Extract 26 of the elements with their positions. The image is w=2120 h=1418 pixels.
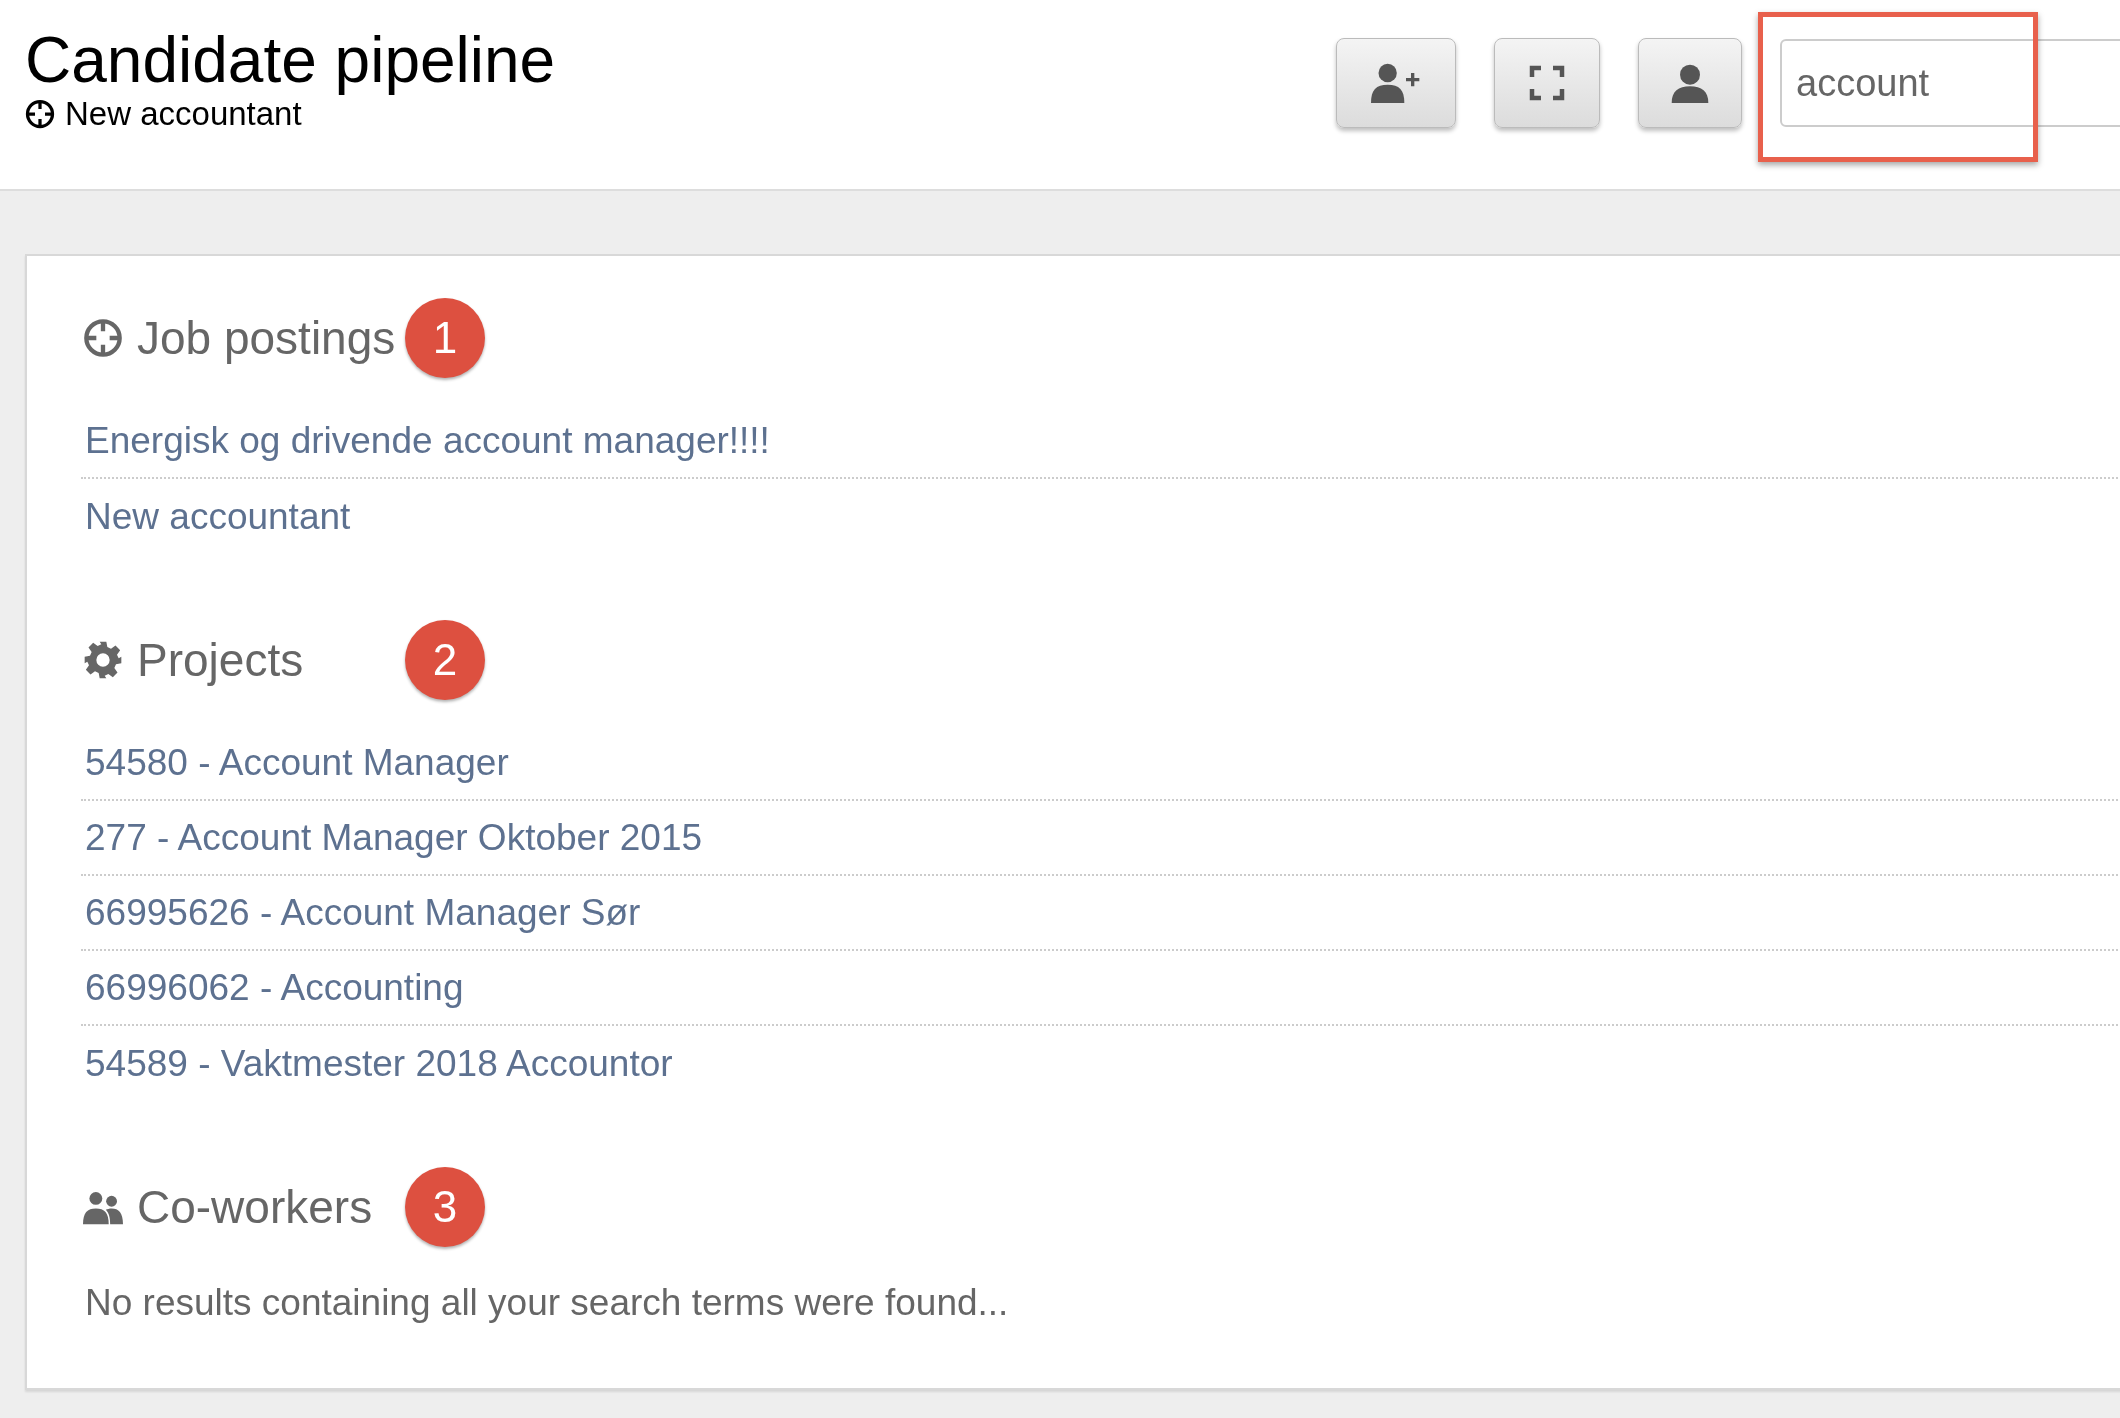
result-link[interactable]: 54589 - Vaktmester 2018 Accountor <box>85 1035 673 1092</box>
add-user-button[interactable] <box>1336 38 1456 128</box>
number-badge: 2 <box>405 620 485 700</box>
gear-icon <box>83 640 123 680</box>
fullscreen-button[interactable] <box>1494 38 1600 128</box>
result-link[interactable]: 66996062 - Accounting <box>85 959 464 1016</box>
section-heading: Projects <box>137 633 304 688</box>
result-link[interactable]: 277 - Account Manager Oktober 2015 <box>85 809 703 866</box>
fullscreen-icon <box>1529 65 1565 101</box>
section-heading: Co-workers <box>137 1180 373 1235</box>
result-link[interactable]: 54580 - Account Manager <box>85 734 509 791</box>
number-badge: 3 <box>405 1167 485 1247</box>
person-icon <box>1670 62 1710 104</box>
job-subtitle: New accountant <box>65 94 302 134</box>
target-icon <box>83 318 123 358</box>
result-link[interactable]: 66995626 - Account Manager Sør <box>85 884 641 941</box>
number-badge: 1 <box>405 298 485 378</box>
empty-message: No results containing all your search terms were found... <box>85 1281 1010 1325</box>
page-title: Candidate pipeline <box>25 24 556 96</box>
result-link[interactable]: Energisk og drivende account manager!!!! <box>85 412 770 469</box>
profile-button[interactable] <box>1638 38 1742 128</box>
result-link[interactable]: New accountant <box>85 488 351 545</box>
section-heading: Job postings <box>137 311 396 366</box>
target-icon <box>25 99 55 129</box>
search-field[interactable]: account <box>1780 39 2120 127</box>
add-user-icon <box>1371 63 1421 103</box>
